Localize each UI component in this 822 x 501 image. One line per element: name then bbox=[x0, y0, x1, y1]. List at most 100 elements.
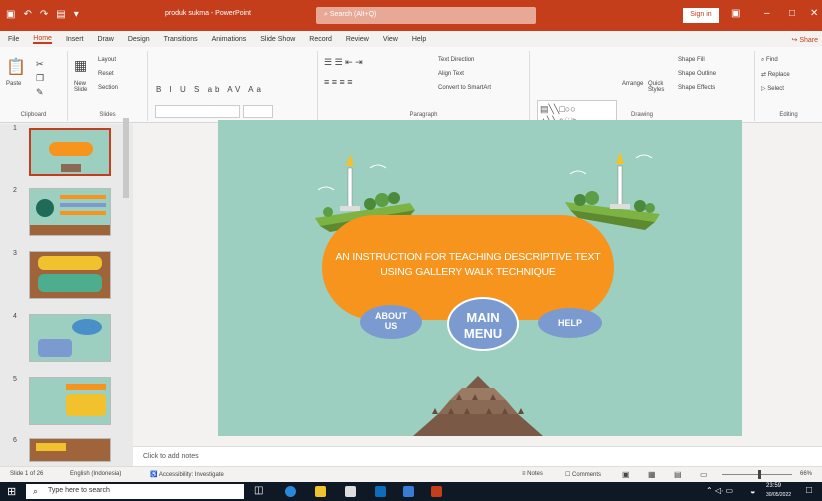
zoom-slider-thumb[interactable] bbox=[758, 470, 761, 479]
copy-icon[interactable]: ❐ bbox=[36, 73, 44, 84]
zoom-slider[interactable] bbox=[722, 474, 792, 475]
clipboard-group: 📋 Paste ✂ ❐ ✎ Clipboard bbox=[0, 51, 68, 121]
quick-styles-button[interactable]: Quick Styles bbox=[648, 81, 670, 93]
tab-view[interactable]: View bbox=[383, 36, 398, 43]
thumb-shape bbox=[66, 394, 106, 416]
font-name-select[interactable] bbox=[155, 105, 240, 118]
notes-pane[interactable]: Click to add notes bbox=[133, 446, 822, 466]
thumb-shape bbox=[36, 199, 54, 217]
slide-canvas[interactable]: AN INSTRUCTION FOR TEACHING DESCRIPTIVE … bbox=[218, 120, 742, 436]
paste-button[interactable]: Paste bbox=[6, 81, 21, 87]
about-us-button[interactable]: ABOUT US bbox=[360, 305, 422, 339]
paragraph-label: Paragraph bbox=[409, 112, 438, 118]
ribbon-display-icon[interactable]: ▣ bbox=[731, 8, 740, 19]
temple-illustration bbox=[413, 376, 543, 436]
minimize-icon[interactable]: – bbox=[764, 8, 770, 19]
file-explorer-icon[interactable] bbox=[315, 486, 326, 497]
undo-icon[interactable]: ↶ bbox=[23, 9, 31, 20]
thumb-shape bbox=[60, 211, 106, 215]
language-indicator[interactable]: English (Indonesia) bbox=[70, 471, 121, 477]
reset-button[interactable]: Reset bbox=[98, 71, 114, 77]
tab-design[interactable]: Design bbox=[128, 36, 150, 43]
shape-fill-button[interactable]: Shape Fill bbox=[678, 57, 705, 63]
thumb-shape bbox=[30, 225, 110, 235]
title-bar: ▣ ↶ ↷ ▤ ▾ produk sukma - PowerPoint ⌕ Se… bbox=[0, 0, 822, 31]
save-icon[interactable]: ▣ bbox=[6, 9, 15, 20]
slide-thumbnail[interactable] bbox=[29, 251, 111, 299]
customize-icon[interactable]: ▾ bbox=[74, 9, 79, 20]
thumb-number: 4 bbox=[13, 313, 17, 320]
tab-help[interactable]: Help bbox=[412, 36, 426, 43]
taskbar-search-input[interactable]: ⌕ Type here to search bbox=[26, 484, 244, 499]
align-text-button[interactable]: Align Text bbox=[438, 71, 464, 77]
tab-draw[interactable]: Draw bbox=[97, 36, 113, 43]
notification-icon[interactable]: □ bbox=[806, 485, 812, 496]
tab-review[interactable]: Review bbox=[346, 36, 369, 43]
align-icons[interactable]: ≡ ≡ ≡ ≡ bbox=[324, 77, 353, 87]
smartart-button[interactable]: Convert to SmartArt bbox=[438, 85, 491, 91]
format-painter-icon[interactable]: ✎ bbox=[36, 87, 44, 98]
accessibility-button[interactable]: ♿ Accessibility: Investigate bbox=[150, 471, 224, 478]
shape-outline-button[interactable]: Shape Outline bbox=[678, 71, 716, 77]
bullets-icon[interactable]: ☰ ☰ ⇤ ⇥ bbox=[324, 57, 363, 68]
powerpoint-icon[interactable] bbox=[431, 486, 442, 497]
clock-time[interactable]: 23:59 bbox=[766, 483, 781, 489]
comments-button[interactable]: ☐ Comments bbox=[565, 471, 601, 478]
network-icon[interactable]: ◒ bbox=[750, 486, 755, 496]
tab-file[interactable]: File bbox=[8, 36, 19, 43]
tab-slide-show[interactable]: Slide Show bbox=[260, 36, 295, 43]
edge-icon[interactable] bbox=[285, 486, 296, 497]
notes-button[interactable]: ≡ Notes bbox=[522, 471, 543, 477]
slide-thumbnail[interactable] bbox=[29, 377, 111, 425]
select-button[interactable]: ▷ Select bbox=[761, 85, 784, 92]
clock-date[interactable]: 30/05/2022 bbox=[766, 492, 791, 498]
thumb-number: 5 bbox=[13, 376, 17, 383]
task-view-icon[interactable]: ◫ bbox=[254, 485, 263, 496]
mail-icon[interactable] bbox=[375, 486, 386, 497]
slide-sorter-icon[interactable]: ▦ bbox=[648, 470, 656, 479]
slide-thumbnail[interactable] bbox=[29, 314, 111, 362]
shape-effects-button[interactable]: Shape Effects bbox=[678, 85, 715, 91]
normal-view-icon[interactable]: ▣ bbox=[622, 470, 630, 479]
layout-button[interactable]: Layout bbox=[98, 57, 116, 63]
tab-record[interactable]: Record bbox=[309, 36, 332, 43]
slide-thumbnail[interactable] bbox=[29, 188, 111, 236]
clipboard-label: Clipboard bbox=[20, 112, 47, 118]
replace-button[interactable]: ⇄ Replace bbox=[761, 71, 790, 78]
tab-home[interactable]: Home bbox=[33, 35, 52, 44]
new-slide-icon[interactable]: ▦ bbox=[74, 57, 87, 74]
tab-insert[interactable]: Insert bbox=[66, 36, 84, 43]
search-input[interactable]: ⌕ Search (Alt+Q) bbox=[316, 7, 536, 24]
paste-icon[interactable]: 📋 bbox=[6, 57, 26, 77]
text-direction-button[interactable]: Text Direction bbox=[438, 57, 474, 63]
system-tray-icons[interactable]: ⌃ ◁∙ ▭ bbox=[706, 486, 733, 495]
find-button[interactable]: ⌕ Find bbox=[761, 57, 778, 64]
arrange-button[interactable]: Arrange bbox=[622, 81, 643, 87]
help-button[interactable]: HELP bbox=[538, 308, 602, 338]
font-format-buttons[interactable]: B I U S ab AV Aa bbox=[156, 85, 264, 94]
app-icon[interactable] bbox=[403, 486, 414, 497]
close-icon[interactable]: ✕ bbox=[810, 8, 818, 19]
thumb-shape bbox=[38, 274, 102, 292]
tab-animations[interactable]: Animations bbox=[212, 36, 247, 43]
thumbnail-scrollbar[interactable] bbox=[123, 118, 129, 198]
present-icon[interactable]: ▤ bbox=[56, 9, 65, 20]
redo-icon[interactable]: ↷ bbox=[40, 9, 48, 20]
font-size-select[interactable] bbox=[243, 105, 273, 118]
section-button[interactable]: Section bbox=[98, 85, 118, 91]
store-icon[interactable] bbox=[345, 486, 356, 497]
tab-transitions[interactable]: Transitions bbox=[164, 36, 198, 43]
main-menu-button[interactable]: MAIN MENU bbox=[447, 297, 519, 351]
sign-in-button[interactable]: Sign in bbox=[683, 8, 719, 23]
slideshow-icon[interactable]: ▭ bbox=[700, 470, 708, 479]
zoom-level[interactable]: 66% bbox=[800, 471, 812, 477]
cut-icon[interactable]: ✂ bbox=[36, 59, 44, 70]
new-slide-button[interactable]: New Slide bbox=[74, 81, 98, 93]
windows-start-icon[interactable]: ⊞ bbox=[7, 485, 16, 498]
maximize-icon[interactable]: □ bbox=[789, 8, 795, 19]
reading-view-icon[interactable]: ▤ bbox=[674, 470, 682, 479]
share-button[interactable]: ↪ Share bbox=[792, 36, 819, 44]
slide-thumbnail[interactable] bbox=[29, 128, 111, 176]
thumb-shape bbox=[61, 164, 81, 172]
slide-thumbnail[interactable] bbox=[29, 438, 111, 462]
